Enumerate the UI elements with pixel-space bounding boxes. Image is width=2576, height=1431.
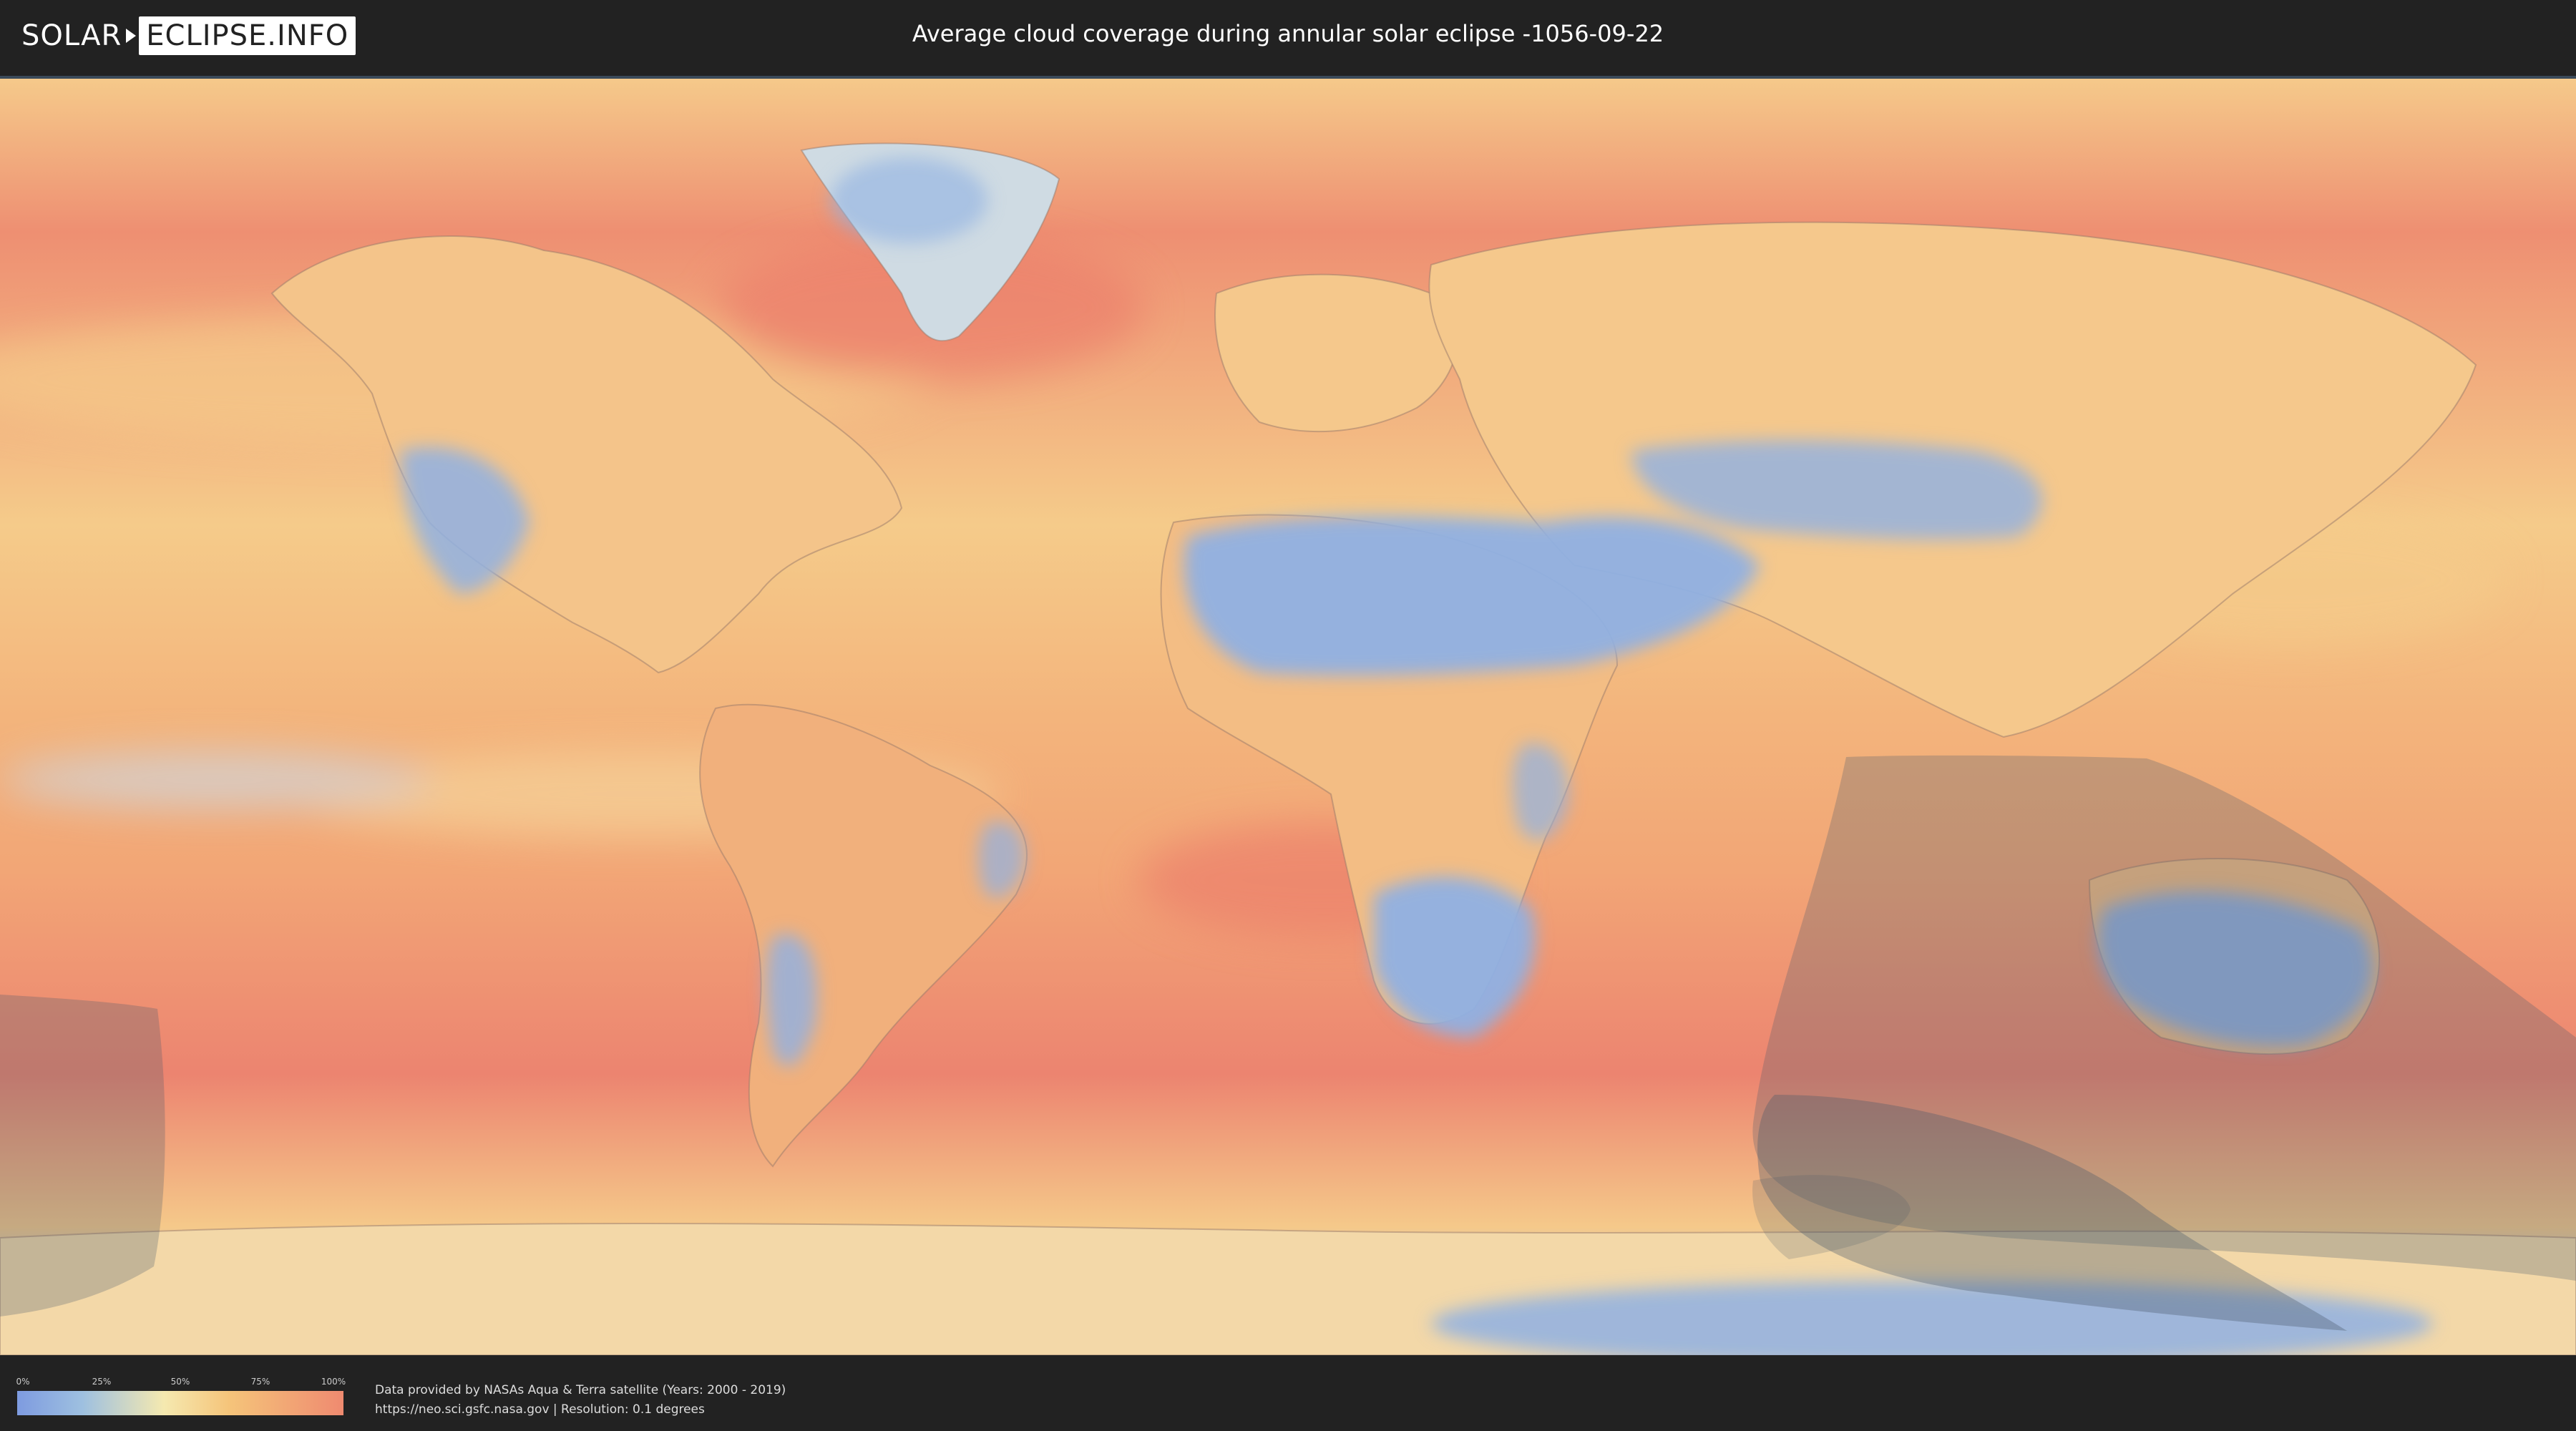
legend-tick-100: 100% — [321, 1377, 346, 1387]
cloud-coverage-map[interactable] — [0, 76, 2576, 1355]
footer-bar: 0% 25% 50% 75% 100% Data provided by NAS… — [0, 1359, 2576, 1431]
legend-color-bar — [17, 1391, 343, 1415]
header-bar: SOLAR ECLIPSE.INFO Average cloud coverag… — [0, 0, 2576, 72]
credits-line-2[interactable]: https://neo.sci.gsfc.nasa.gov | Resoluti… — [375, 1400, 786, 1420]
page-title: Average cloud coverage during annular so… — [912, 20, 1664, 47]
legend-tick-75: 75% — [250, 1377, 270, 1387]
greenland-clear — [830, 157, 987, 243]
cloud-coverage-legend: 0% 25% 50% 75% 100% — [16, 1377, 346, 1415]
legend-tick-50: 50% — [170, 1377, 190, 1387]
legend-ticks: 0% 25% 50% 75% 100% — [16, 1377, 346, 1388]
legend-tick-0: 0% — [16, 1377, 30, 1387]
data-credits: Data provided by NASAs Aqua & Terra sate… — [375, 1381, 786, 1420]
legend-tick-25: 25% — [92, 1377, 112, 1387]
credits-line-1: Data provided by NASAs Aqua & Terra sate… — [375, 1383, 786, 1397]
map-canvas — [0, 79, 2576, 1355]
eclipse-shadow-west — [0, 995, 165, 1317]
